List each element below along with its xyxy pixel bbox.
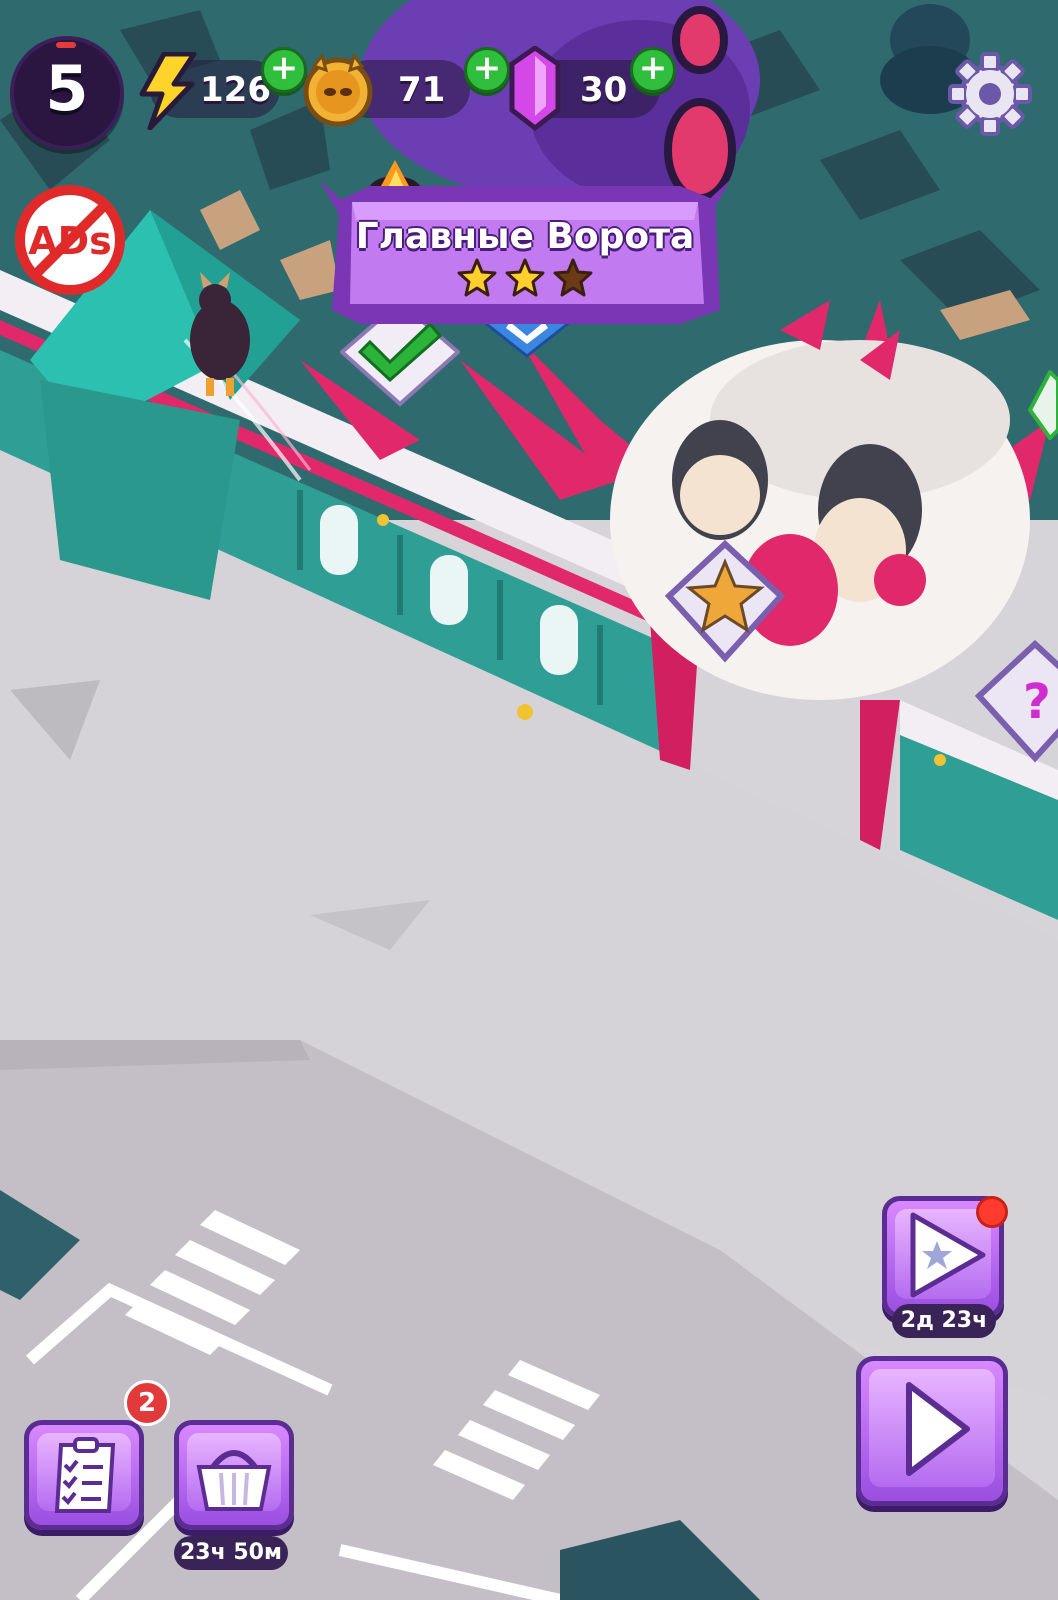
skull-coin-icon (303, 52, 373, 127)
star-filled-icon (457, 258, 497, 297)
add-gems-button[interactable]: + (630, 47, 676, 93)
event-notification-dot (976, 1196, 1008, 1228)
energy-value: 126 (200, 70, 271, 110)
basket-icon (196, 1450, 272, 1511)
event-timer: 2д 23ч (892, 1304, 996, 1338)
plus-icon: + (472, 48, 502, 88)
no-ads-icon[interactable]: ADs (14, 184, 126, 296)
star-empty-icon (553, 258, 593, 297)
question-icon: ? (1023, 674, 1051, 730)
player-level-badge[interactable]: 5 (10, 36, 124, 150)
shop-button[interactable] (174, 1420, 294, 1530)
skull-cheek (874, 554, 926, 606)
plus-icon: + (638, 48, 668, 88)
star-play-icon (910, 1212, 986, 1298)
gear-icon[interactable] (948, 52, 1032, 136)
monster-ear-pink-2 (672, 6, 728, 74)
tasks-badge: 2 (124, 1380, 170, 1426)
clipboard-icon (54, 1437, 116, 1513)
gems-value: 30 (580, 70, 628, 110)
lightning-icon (139, 52, 197, 130)
mystery-level-marker[interactable]: ? (975, 640, 1058, 770)
coin-drop-2[interactable] (517, 704, 533, 720)
shop-timer: 23ч 50м (174, 1536, 288, 1570)
tasks-button[interactable] (24, 1420, 144, 1530)
coins-value: 71 (398, 70, 446, 110)
star-filled-icon (505, 258, 545, 297)
play-icon (906, 1382, 970, 1476)
skull-bulb-left (680, 455, 760, 535)
crystal-icon (509, 46, 561, 132)
star-level-marker[interactable] (665, 540, 785, 670)
play-button[interactable] (856, 1356, 1008, 1506)
add-coins-button[interactable]: + (464, 47, 510, 93)
coin-drop-3[interactable] (934, 754, 946, 766)
location-stars (320, 258, 730, 298)
level-progress-bar (56, 42, 76, 48)
location-banner[interactable]: Главные Ворота (320, 180, 730, 328)
green-marker-edge[interactable] (1010, 370, 1058, 440)
plus-icon: + (269, 48, 299, 88)
coin-drop[interactable] (377, 514, 389, 526)
location-title: Главные Ворота (355, 216, 695, 257)
player-level: 5 (45, 52, 89, 125)
